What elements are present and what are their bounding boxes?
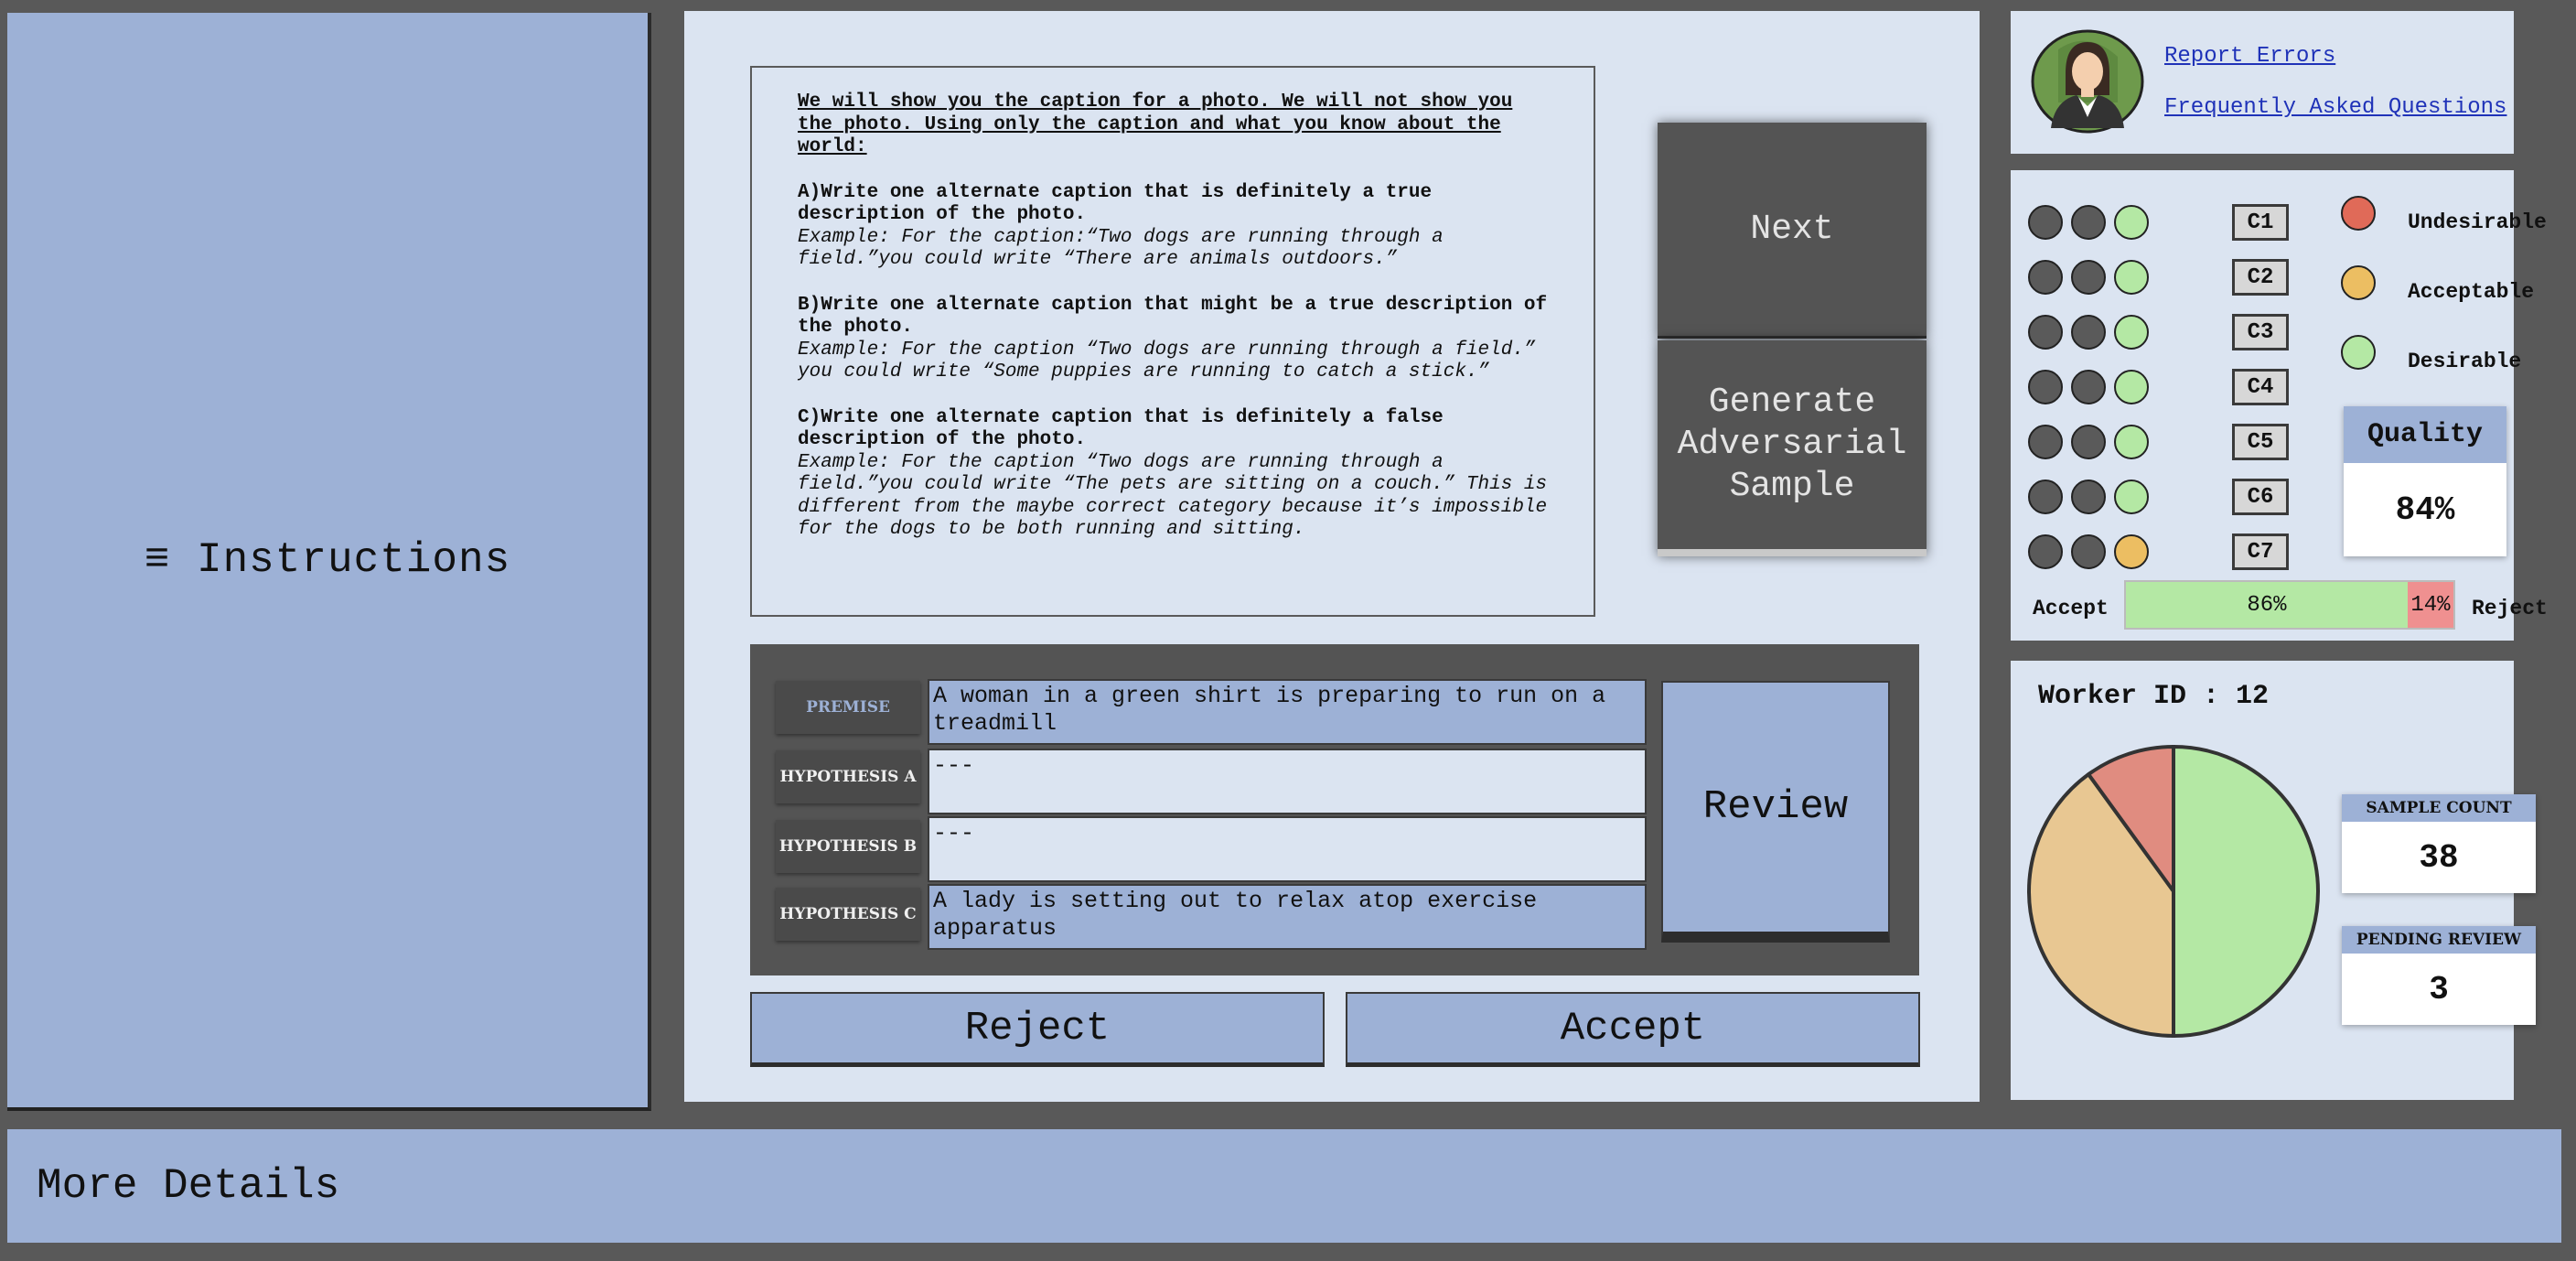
criteria-dot-inactive <box>2071 260 2106 295</box>
instruction-a-heading: A)Write one alternate caption that is de… <box>798 181 1433 226</box>
sample-count-label: SAMPLE COUNT <box>2342 794 2536 822</box>
criteria-dot-inactive <box>2028 425 2063 459</box>
accept-rate-segment: 86% <box>2126 582 2408 628</box>
more-details-label: More Details <box>37 1162 340 1210</box>
criteria-dot-inactive <box>2028 534 2063 569</box>
report-errors-link[interactable]: Report Errors <box>2164 44 2335 69</box>
criteria-dot-status <box>2114 480 2149 514</box>
criteria-dot-inactive <box>2028 205 2063 240</box>
criteria-dot-inactive <box>2071 480 2106 514</box>
pending-review-value: 3 <box>2429 970 2449 1008</box>
criteria-label-c4: C4 <box>2232 369 2289 405</box>
criteria-dot-inactive <box>2071 534 2106 569</box>
criteria-dot-inactive <box>2071 315 2106 350</box>
criteria-dot-inactive <box>2071 205 2106 240</box>
instruction-c: C)Write one alternate caption that is de… <box>798 407 1557 542</box>
instruction-c-example: Example: For the caption “Two dogs are r… <box>798 451 1548 541</box>
more-details-bar[interactable]: More Details <box>7 1129 2561 1243</box>
instruction-a: A)Write one alternate caption that is de… <box>798 182 1557 272</box>
sample-count-value: 38 <box>2419 838 2459 877</box>
worker-pie-chart <box>2027 744 2320 1039</box>
quality-card: Quality 84% <box>2344 406 2506 556</box>
undesirable-legend-dot <box>2341 196 2376 231</box>
instruction-c-heading: C)Write one alternate caption that is de… <box>798 406 1444 451</box>
hypothesis-a-field[interactable]: --- <box>928 749 1647 814</box>
criteria-label-c7: C7 <box>2232 534 2289 570</box>
hypothesis-a-label: HYPOTHESIS A <box>776 750 920 803</box>
hypothesis-area: PREMISE A woman in a green shirt is prep… <box>750 644 1919 975</box>
pending-review-label: PENDING REVIEW <box>2342 926 2536 954</box>
accept-button[interactable]: Accept <box>1346 992 1920 1067</box>
review-button[interactable]: Review <box>1661 681 1890 943</box>
criteria-dot-status <box>2114 370 2149 404</box>
instruction-b-example: Example: For the caption “Two dogs are r… <box>798 339 1536 383</box>
instructions-panel-toggle[interactable]: ≡ Instructions <box>7 13 651 1111</box>
worker-id: Worker ID : 12 <box>2038 681 2270 712</box>
accept-reject-bar: 86% 14% <box>2124 580 2455 630</box>
sample-count-card: SAMPLE COUNT 38 <box>2342 794 2536 893</box>
accept-rate-label: Accept <box>2033 597 2109 620</box>
instruction-b-heading: B)Write one alternate caption that might… <box>798 294 1548 339</box>
instruction-b: B)Write one alternate caption that might… <box>798 295 1557 384</box>
instructions-intro: We will show you the caption for a photo… <box>798 92 1513 157</box>
pending-review-card: PENDING REVIEW 3 <box>2342 926 2536 1025</box>
criteria-label-c6: C6 <box>2232 479 2289 515</box>
criteria-dot-status <box>2114 205 2149 240</box>
criteria-dot-inactive <box>2028 315 2063 350</box>
criteria-dot-status <box>2114 534 2149 569</box>
acceptable-legend-label: Acceptable <box>2408 280 2535 304</box>
undesirable-legend-label: Undesirable <box>2408 210 2547 234</box>
criteria-label-c1: C1 <box>2232 204 2289 241</box>
avatar <box>2031 29 2144 134</box>
criteria-dot-inactive <box>2028 480 2063 514</box>
hypothesis-c-field[interactable]: A lady is setting out to relax atop exer… <box>928 884 1647 950</box>
criteria-dot-inactive <box>2028 370 2063 404</box>
desirable-legend-dot <box>2341 335 2376 370</box>
criteria-label-c5: C5 <box>2232 424 2289 460</box>
pie-slice-accepted <box>2172 744 2320 1039</box>
instructions-text-box: We will show you the caption for a photo… <box>750 66 1595 617</box>
criteria-dot-inactive <box>2028 260 2063 295</box>
criteria-dot-inactive <box>2071 425 2106 459</box>
instructions-label: ≡ Instructions <box>144 536 511 584</box>
criteria-dot-inactive <box>2071 370 2106 404</box>
premise-label: PREMISE <box>776 681 920 734</box>
criteria-label-c3: C3 <box>2232 314 2289 350</box>
instruction-a-example: Example: For the caption:“Two dogs are r… <box>798 226 1444 271</box>
hypothesis-c-label: HYPOTHESIS C <box>776 888 920 941</box>
next-button[interactable]: Next <box>1658 123 1927 339</box>
criteria-dot-status <box>2114 315 2149 350</box>
acceptable-legend-dot <box>2341 265 2376 300</box>
criteria-dot-status <box>2114 425 2149 459</box>
quality-label: Quality <box>2344 406 2506 463</box>
hypothesis-b-field[interactable]: --- <box>928 816 1647 882</box>
criteria-label-c2: C2 <box>2232 259 2289 296</box>
reject-rate-segment: 14% <box>2407 582 2453 628</box>
reject-rate-label: Reject <box>2472 597 2548 620</box>
reject-button[interactable]: Reject <box>750 992 1325 1067</box>
criteria-dot-status <box>2114 260 2149 295</box>
faq-link[interactable]: Frequently Asked Questions <box>2164 95 2506 120</box>
generate-adversarial-sample-button[interactable]: Generate Adversarial Sample <box>1658 340 1927 556</box>
premise-field: A woman in a green shirt is preparing to… <box>928 679 1647 745</box>
desirable-legend-label: Desirable <box>2408 350 2522 373</box>
quality-value: 84% <box>2395 490 2455 529</box>
hypothesis-b-label: HYPOTHESIS B <box>776 820 920 873</box>
